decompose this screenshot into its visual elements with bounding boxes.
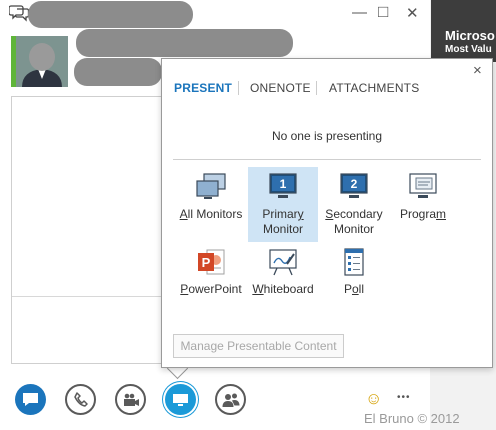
tab-present[interactable]: PRESENT [174,81,232,95]
status-divider [173,159,481,160]
redacted-status [74,58,162,86]
monitor-icon [173,393,188,406]
presenting-status: No one is presenting [271,129,383,143]
whiteboard-icon [269,249,297,276]
people-icon [222,393,239,407]
option-label-rest: ll [358,282,365,296]
video-camera-icon [123,393,139,406]
secondary-monitor-number: 2 [351,177,358,191]
redacted-name [76,29,293,57]
more-options-button[interactable]: ••• [397,392,411,403]
present-button[interactable] [165,384,196,415]
option-all-monitors[interactable]: All Monitors [176,167,246,242]
option-label-line2: Monitor [262,222,303,236]
tab-attachments[interactable]: ATTACHMENTS [329,81,419,95]
all-monitors-icon [196,173,226,199]
option-label-line2: Monitor [333,222,374,236]
redacted-title [28,1,193,28]
program-icon [409,173,437,198]
option-label-prefix: P [343,282,352,296]
tab-onenote[interactable]: ONENOTE [250,81,311,95]
option-label-accesskey: m [436,207,447,221]
maximize-button[interactable]: □ [378,2,388,22]
option-label-prefix: Progra [399,207,437,221]
option-label-prefix: Primar [262,207,298,221]
option-label-rest: hiteboard [263,282,314,296]
manage-presentable-content-button[interactable]: Manage Presentable Content [173,334,344,358]
background-tile: Microso Most Valu [431,0,496,62]
option-label-accesskey: W [252,282,264,296]
tab-separator [316,81,317,95]
option-program[interactable]: Program [388,167,458,242]
option-label-rest: ll Monitors [187,207,243,221]
option-label-accesskey: A [179,207,188,221]
call-button[interactable] [65,384,96,415]
popup-close-button[interactable]: × [473,62,482,79]
participants-button[interactable] [215,384,246,415]
option-label-accesskey: o [351,282,359,296]
minimize-button[interactable]: — [352,4,367,21]
im-button[interactable] [15,384,46,415]
powerpoint-icon: P [198,249,225,275]
present-popup: × PRESENT ONENOTE ATTACHMENTS No one is … [161,58,493,368]
chat-bubble-icon [23,393,38,406]
secondary-monitor-icon: 2 [340,173,368,198]
primary-monitor-icon: 1 [269,173,297,198]
option-powerpoint[interactable]: P PowerPoint [176,242,246,302]
tab-separator [238,81,239,95]
poll-icon [344,248,364,276]
phone-icon [73,391,88,407]
video-button[interactable] [115,384,146,415]
svg-text:P: P [202,255,211,270]
background-tile-line1: Microso [445,28,495,43]
background-tile-line2: Most Valu [445,44,492,55]
conversation-icon [8,4,30,27]
option-label-rest: owerPoint [188,282,242,296]
option-whiteboard[interactable]: Whiteboard [248,242,318,302]
avatar[interactable] [16,36,68,87]
option-poll[interactable]: Poll [319,242,389,302]
option-secondary-monitor[interactable]: 2 Secondary Monitor [319,167,389,242]
emoticon-button[interactable]: ☺ [365,389,382,409]
option-primary-monitor[interactable]: 1 Primary Monitor [248,167,318,242]
close-button[interactable]: ✕ [406,4,419,22]
watermark: El Bruno © 2012 [364,411,460,426]
option-label-accesskey: y [297,207,304,221]
primary-monitor-number: 1 [280,177,287,191]
option-label-rest: econdary [333,207,383,221]
